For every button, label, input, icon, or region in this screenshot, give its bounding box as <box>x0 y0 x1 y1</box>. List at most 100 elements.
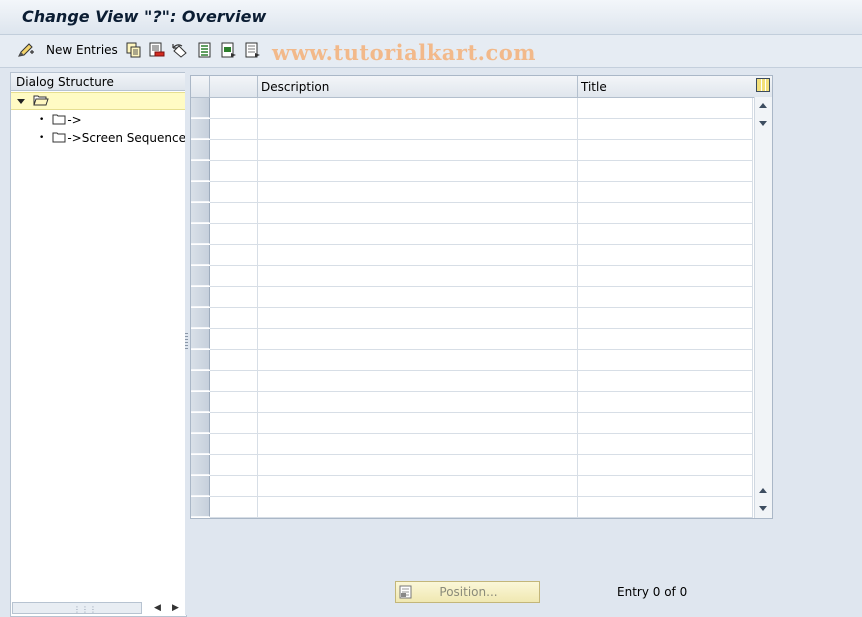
table-cell[interactable] <box>210 182 258 202</box>
table-row[interactable] <box>210 350 753 371</box>
table-row[interactable] <box>210 287 753 308</box>
column-header-key[interactable] <box>210 76 258 97</box>
table-cell[interactable] <box>258 371 578 391</box>
column-header-description[interactable]: Description <box>258 76 578 97</box>
row-selector[interactable] <box>191 182 210 202</box>
table-cell[interactable] <box>210 371 258 391</box>
table-cell[interactable] <box>578 266 753 286</box>
row-selector[interactable] <box>191 308 210 328</box>
table-cell[interactable] <box>210 140 258 160</box>
row-selector[interactable] <box>191 413 210 433</box>
scroll-left-icon[interactable]: ◀ <box>154 603 161 613</box>
table-cell[interactable] <box>578 98 753 118</box>
expand-triangle-icon[interactable] <box>17 98 25 104</box>
table-cell[interactable] <box>578 182 753 202</box>
table-cell[interactable] <box>578 224 753 244</box>
row-selector[interactable] <box>191 119 210 139</box>
table-cell[interactable] <box>258 476 578 496</box>
table-row[interactable] <box>210 329 753 350</box>
table-cell[interactable] <box>258 497 578 517</box>
scroll-up-icon[interactable] <box>759 103 767 108</box>
table-cell[interactable] <box>210 119 258 139</box>
row-selector[interactable] <box>191 434 210 454</box>
table-cell[interactable] <box>258 287 578 307</box>
table-settings-icon[interactable] <box>756 78 770 92</box>
table-cell[interactable] <box>210 287 258 307</box>
delete-button[interactable] <box>149 41 165 59</box>
table-cell[interactable] <box>578 140 753 160</box>
table-cell[interactable] <box>258 98 578 118</box>
table-cell[interactable] <box>258 119 578 139</box>
row-selector[interactable] <box>191 224 210 244</box>
tree-node-screen-sequences[interactable]: • ->Screen Sequences <box>11 129 186 147</box>
splitter-grip-icon[interactable] <box>185 333 188 351</box>
table-cell[interactable] <box>578 329 753 349</box>
new-entries-button[interactable]: New Entries <box>17 41 118 59</box>
table-cell[interactable] <box>210 455 258 475</box>
table-cell[interactable] <box>578 392 753 412</box>
row-selector[interactable] <box>191 329 210 349</box>
tree-node-root[interactable] <box>11 92 186 110</box>
table-row[interactable] <box>210 413 753 434</box>
table-cell[interactable] <box>258 245 578 265</box>
row-selector[interactable] <box>191 245 210 265</box>
row-selector[interactable] <box>191 371 210 391</box>
table-cell[interactable] <box>210 434 258 454</box>
row-selector[interactable] <box>191 350 210 370</box>
table-cell[interactable] <box>578 203 753 223</box>
table-row[interactable] <box>210 119 753 140</box>
select-all-rows-cell[interactable] <box>191 76 210 97</box>
table-cell[interactable] <box>258 392 578 412</box>
row-selector[interactable] <box>191 455 210 475</box>
table-row[interactable] <box>210 203 753 224</box>
table-cell[interactable] <box>578 119 753 139</box>
table-cell[interactable] <box>258 182 578 202</box>
table-cell[interactable] <box>210 497 258 517</box>
row-selector[interactable] <box>191 497 210 517</box>
tree-node-child[interactable]: • -> <box>11 111 186 129</box>
table-row[interactable] <box>210 140 753 161</box>
column-header-title[interactable]: Title <box>578 76 754 97</box>
table-cell[interactable] <box>258 434 578 454</box>
table-row[interactable] <box>210 497 753 518</box>
table-cell[interactable] <box>210 98 258 118</box>
tree-horizontal-scrollbar[interactable]: ⋮⋮⋮ <box>12 602 142 614</box>
table-cell[interactable] <box>578 455 753 475</box>
table-cell[interactable] <box>210 476 258 496</box>
table-cell[interactable] <box>258 308 578 328</box>
table-row[interactable] <box>210 182 753 203</box>
table-row[interactable] <box>210 476 753 497</box>
row-selector[interactable] <box>191 98 210 118</box>
table-row[interactable] <box>210 245 753 266</box>
table-cell[interactable] <box>258 329 578 349</box>
scroll-right-icon[interactable]: ▶ <box>172 603 179 613</box>
table-vertical-scrollbar[interactable] <box>754 97 772 518</box>
table-cell[interactable] <box>578 434 753 454</box>
select-all-button[interactable] <box>198 41 212 59</box>
scroll-down-icon[interactable] <box>759 506 767 511</box>
row-selector[interactable] <box>191 161 210 181</box>
table-cell[interactable] <box>578 350 753 370</box>
table-row[interactable] <box>210 371 753 392</box>
table-cell[interactable] <box>210 161 258 181</box>
deselect-all-button[interactable] <box>245 41 261 59</box>
table-cell[interactable] <box>258 161 578 181</box>
table-cell[interactable] <box>210 266 258 286</box>
row-selector[interactable] <box>191 287 210 307</box>
table-cell[interactable] <box>210 224 258 244</box>
table-cell[interactable] <box>258 350 578 370</box>
table-cell[interactable] <box>210 308 258 328</box>
position-button[interactable]: Position... <box>395 581 540 603</box>
row-selector[interactable] <box>191 476 210 496</box>
table-cell[interactable] <box>578 245 753 265</box>
table-cell[interactable] <box>210 203 258 223</box>
table-row[interactable] <box>210 455 753 476</box>
table-cell[interactable] <box>210 392 258 412</box>
table-row[interactable] <box>210 98 753 119</box>
table-row[interactable] <box>210 434 753 455</box>
table-cell[interactable] <box>578 371 753 391</box>
table-cell[interactable] <box>258 413 578 433</box>
table-cell[interactable] <box>210 329 258 349</box>
table-cell[interactable] <box>258 203 578 223</box>
table-cell[interactable] <box>578 161 753 181</box>
